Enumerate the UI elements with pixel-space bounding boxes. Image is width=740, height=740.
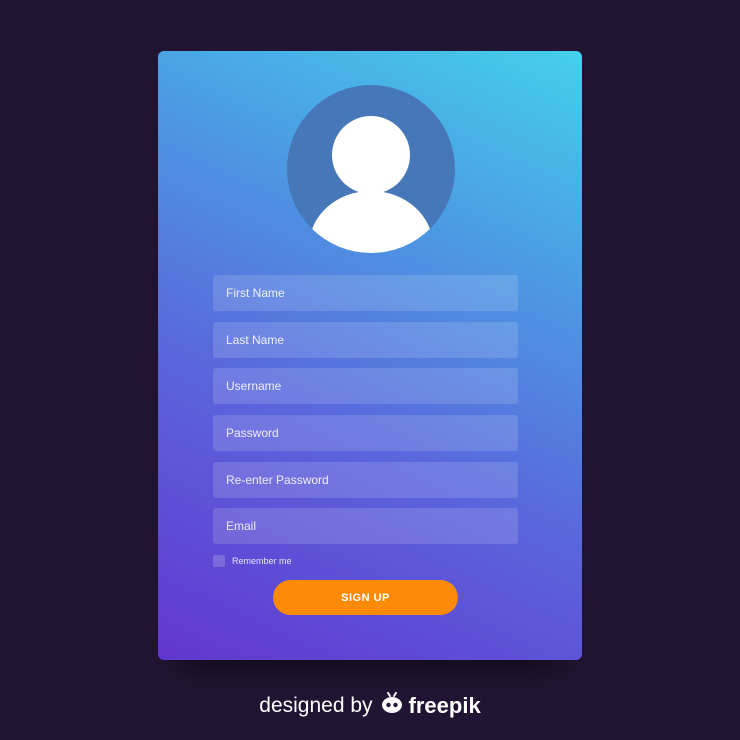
remember-me-checkbox[interactable] — [213, 555, 225, 567]
sign-up-button[interactable]: SIGN UP — [273, 580, 458, 615]
email-field[interactable] — [213, 508, 518, 544]
password-field[interactable] — [213, 415, 518, 451]
signup-card: Remember me SIGN UP — [158, 51, 582, 660]
reenter-password-field[interactable] — [213, 462, 518, 498]
avatar-body — [309, 191, 433, 253]
freepik-brand: freepik — [408, 693, 481, 718]
first-name-field[interactable] — [213, 275, 518, 311]
remember-me[interactable]: Remember me — [213, 555, 292, 567]
last-name-field[interactable] — [213, 322, 518, 358]
remember-me-label: Remember me — [232, 556, 292, 566]
user-avatar-icon — [287, 85, 455, 253]
credit-prefix: designed by — [259, 694, 373, 717]
avatar-head — [332, 116, 410, 194]
freepik-logo-icon — [381, 692, 403, 720]
username-field[interactable] — [213, 368, 518, 404]
credit: designed by freepik — [0, 692, 740, 720]
